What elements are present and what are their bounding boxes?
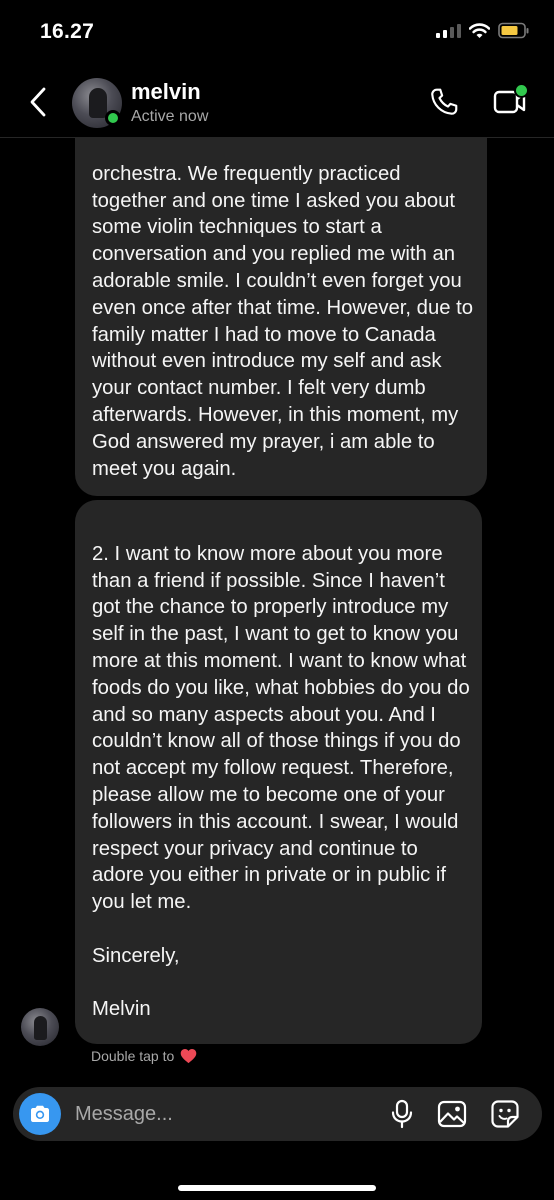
sender-avatar[interactable] — [21, 1008, 59, 1046]
back-button[interactable] — [20, 82, 56, 122]
message-text: orchestra. We frequently practiced toget… — [92, 162, 474, 480]
contact-status: Active now — [131, 108, 209, 125]
image-icon — [437, 1100, 467, 1128]
message-thread[interactable]: orchestra. We frequently practiced toget… — [0, 138, 554, 1082]
voice-message-button[interactable] — [386, 1098, 418, 1130]
video-notification-badge — [514, 83, 529, 98]
sticker-button[interactable] — [489, 1098, 521, 1130]
camera-button[interactable] — [19, 1093, 61, 1135]
contact-name[interactable]: melvin — [131, 79, 201, 105]
home-indicator[interactable] — [178, 1185, 376, 1191]
message-text: 2. I want to know more about you more th… — [92, 542, 470, 1021]
phone-icon — [431, 88, 458, 115]
chat-header: melvin Active now — [0, 62, 554, 138]
heart-icon — [181, 1049, 197, 1064]
sticker-icon — [491, 1100, 519, 1128]
chevron-left-icon — [30, 87, 46, 117]
video-call-button[interactable] — [490, 83, 530, 120]
audio-call-button[interactable] — [426, 84, 462, 120]
wifi-icon — [469, 22, 490, 38]
message-composer — [13, 1087, 542, 1141]
battery-icon — [498, 22, 529, 39]
online-status-dot — [105, 110, 121, 126]
camera-icon — [31, 1105, 49, 1122]
message-input[interactable] — [75, 1087, 375, 1141]
status-icons — [436, 22, 530, 39]
status-time: 16.27 — [40, 20, 95, 43]
gallery-button[interactable] — [436, 1098, 468, 1130]
double-tap-hint: Double tap to — [91, 1048, 197, 1064]
message-bubble[interactable]: orchestra. We frequently practiced toget… — [75, 138, 487, 496]
double-tap-hint-text: Double tap to — [91, 1048, 175, 1064]
cellular-signal-icon — [436, 23, 461, 38]
microphone-icon — [391, 1099, 413, 1129]
message-bubble[interactable]: 2. I want to know more about you more th… — [75, 500, 482, 1044]
status-bar: 16.27 — [0, 0, 554, 62]
